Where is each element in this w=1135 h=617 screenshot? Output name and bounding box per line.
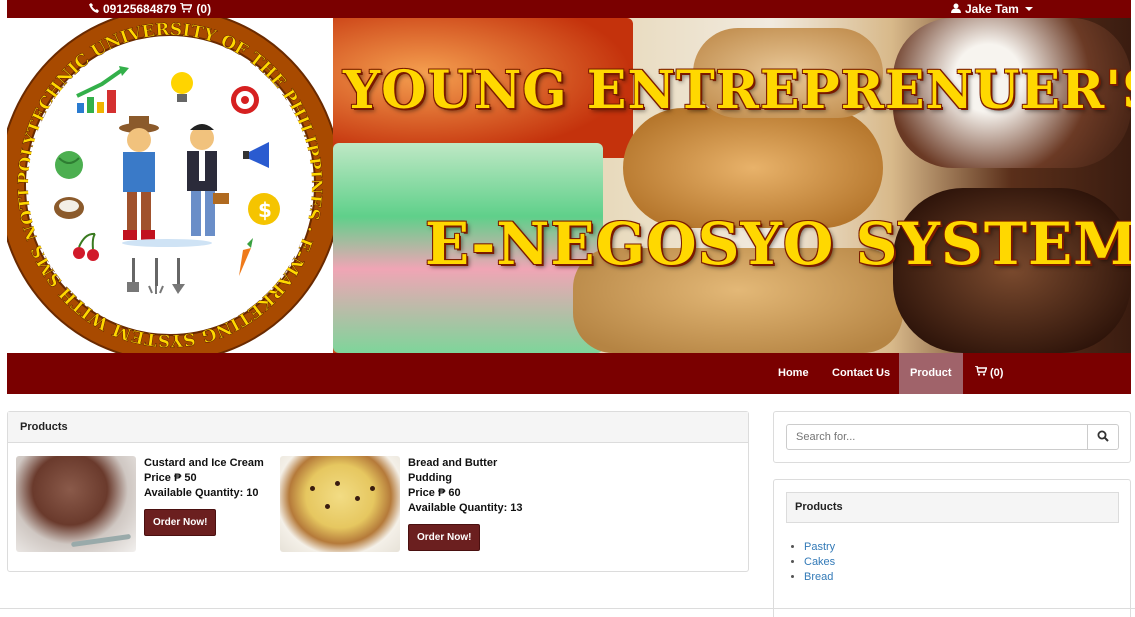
product-name: Custard and Ice Cream xyxy=(144,457,264,469)
order-now-button[interactable]: Order Now! xyxy=(408,524,481,551)
product-card: Bread and Butter Pudding Price ₱ 60 Avai… xyxy=(280,456,533,552)
product-price: Price ₱ 60 xyxy=(408,487,461,499)
categories-heading: Products xyxy=(786,492,1119,523)
caret-down-icon[interactable] xyxy=(1024,7,1033,11)
nav-cart-count[interactable]: (0) xyxy=(990,353,1003,394)
category-link-cakes[interactable]: Cakes xyxy=(804,556,835,568)
nav-product[interactable]: Product xyxy=(899,353,963,394)
cart-count[interactable]: (0) xyxy=(196,2,211,16)
contact-info: 09125684879 (0) xyxy=(89,2,211,16)
footer-divider xyxy=(0,608,1135,609)
user-icon xyxy=(951,2,961,16)
product-info: Bread and Butter Pudding Price ₱ 60 Avai… xyxy=(408,456,533,552)
banner-title-line2: E-NEGOSYO SYSTEM xyxy=(425,210,1131,278)
banner-photo: YOUNG ENTREPRENUER'S E-NEGOSYO SYSTEM xyxy=(333,18,1131,353)
category-link-bread[interactable]: Bread xyxy=(804,571,833,583)
order-now-button[interactable]: Order Now! xyxy=(144,509,217,536)
search-icon[interactable] xyxy=(1097,430,1109,445)
nav-home[interactable]: Home xyxy=(767,353,820,394)
nav-contact-us[interactable]: Contact Us xyxy=(821,353,901,394)
search-button[interactable] xyxy=(1087,424,1119,450)
phone-number: 09125684879 xyxy=(103,2,177,16)
product-quantity: Available Quantity: 13 xyxy=(408,502,523,514)
user-name[interactable]: Jake Tam xyxy=(965,2,1019,16)
phone-icon xyxy=(89,2,99,16)
product-card: Custard and Ice Cream Price ₱ 50 Availab… xyxy=(16,456,269,552)
university-logo: POLYTECHNIC UNIVERSITY OF THE PHILIPPINE… xyxy=(7,18,342,353)
list-item: Pastry xyxy=(804,540,835,555)
product-price: Price ₱ 50 xyxy=(144,472,197,484)
main-nav: Home Contact Us Product (0) xyxy=(7,353,1131,394)
cart-icon[interactable] xyxy=(180,2,193,16)
products-panel-heading: Products xyxy=(8,412,748,443)
category-link-pastry[interactable]: Pastry xyxy=(804,541,835,553)
search-panel xyxy=(773,411,1131,463)
nav-cart[interactable]: (0) xyxy=(964,353,1014,394)
header-banner: POLYTECHNIC UNIVERSITY OF THE PHILIPPINE… xyxy=(7,18,1131,353)
product-image-pudding[interactable] xyxy=(280,456,400,552)
user-menu[interactable]: Jake Tam xyxy=(951,2,1033,16)
product-name: Bread and Butter Pudding xyxy=(408,457,498,484)
categories-panel: Products Pastry Cakes Bread xyxy=(773,479,1131,617)
search-input[interactable] xyxy=(786,424,1088,450)
list-item: Cakes xyxy=(804,555,835,570)
list-item: Bread xyxy=(804,570,835,585)
product-image-custard[interactable] xyxy=(16,456,136,552)
cart-icon[interactable] xyxy=(975,353,988,394)
products-panel: Products Custard and Ice Cream Price ₱ 5… xyxy=(7,411,749,572)
categories-list: Pastry Cakes Bread xyxy=(804,540,835,585)
product-info: Custard and Ice Cream Price ₱ 50 Availab… xyxy=(144,456,269,552)
banner-title-line1: YOUNG ENTREPRENUER'S xyxy=(343,60,1131,121)
product-quantity: Available Quantity: 10 xyxy=(144,487,259,499)
top-bar: 09125684879 (0) Jake Tam xyxy=(7,0,1131,18)
svg-text:$: $ xyxy=(258,198,272,222)
